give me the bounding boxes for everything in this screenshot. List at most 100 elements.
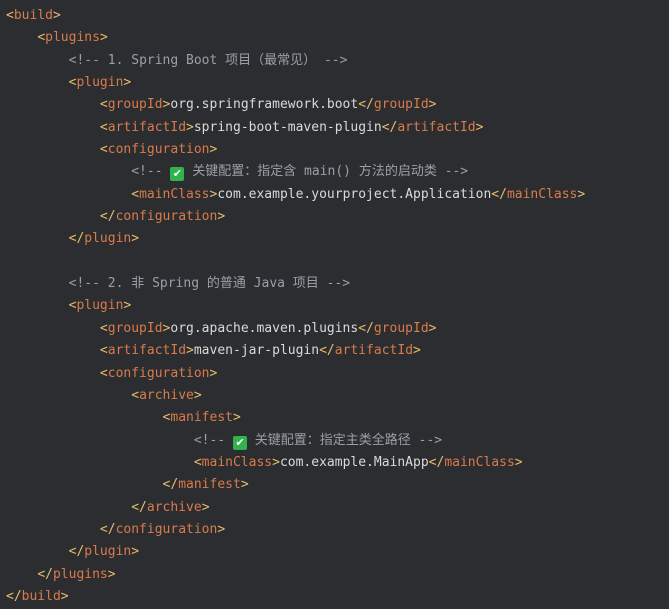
- tag-bracket: >: [201, 499, 210, 515]
- tag-name: artifactId: [334, 343, 414, 359]
- tag-bracket: >: [217, 209, 226, 225]
- tag-bracket: >: [514, 454, 523, 470]
- code-line: </plugin>: [6, 541, 585, 563]
- tag-bracket: </: [37, 566, 53, 582]
- code-line: </plugins>: [6, 564, 585, 586]
- tag-bracket: >: [186, 343, 194, 359]
- tag-bracket: <: [99, 119, 108, 135]
- code-comment: <!--: [131, 164, 171, 180]
- tag-name: configuration: [115, 521, 218, 537]
- tag-name: archive: [146, 499, 202, 515]
- tag-bracket: >: [475, 119, 484, 135]
- tag-bracket: <: [6, 8, 14, 23]
- tag-bracket: <: [131, 186, 140, 202]
- code-line: <archive>: [6, 385, 585, 407]
- code-text: com.example.MainApp: [279, 454, 429, 470]
- tag-bracket: >: [233, 410, 241, 426]
- tag-name: plugin: [84, 231, 132, 247]
- code-line: <artifactId>spring-boot-maven-plugin</ar…: [6, 117, 585, 139]
- tag-bracket: </: [491, 186, 507, 202]
- tag-bracket: </: [68, 544, 85, 560]
- tag-bracket: >: [272, 454, 280, 470]
- code-line: </plugin>: [6, 228, 585, 250]
- code-line: <groupId>org.apache.maven.plugins</group…: [6, 318, 585, 340]
- code-line: <configuration>: [6, 139, 585, 161]
- code-editor[interactable]: <build> <plugins> <!-- 1. Spring Boot 项目…: [0, 0, 669, 609]
- tag-name: plugins: [52, 566, 108, 582]
- code-text: com.example.yourproject.Application: [217, 186, 492, 202]
- code-line: <artifactId>maven-jar-plugin</artifactId…: [6, 340, 585, 362]
- tag-name: archive: [139, 387, 194, 403]
- code-line: </archive>: [6, 497, 585, 519]
- tag-bracket: </: [358, 97, 374, 113]
- tag-bracket: >: [209, 142, 218, 158]
- code-line: <mainClass > com.example.yourproject.Appli…: [6, 184, 585, 206]
- tag-bracket: </: [358, 320, 374, 336]
- code-line: <groupId>org.springframework.boot</group…: [6, 94, 585, 116]
- code-line: <build>: [6, 5, 585, 27]
- tag-name: build: [21, 588, 61, 604]
- tag-name: manifest: [170, 410, 233, 426]
- tag-bracket: </: [428, 454, 445, 470]
- check-mark-icon: ✔: [232, 435, 247, 450]
- tag-bracket: >: [186, 119, 194, 135]
- code-comment: 关键配置：指定主类全路径 -->: [246, 432, 443, 448]
- tag-bracket: </: [99, 209, 116, 225]
- tag-bracket: <: [99, 365, 108, 381]
- tag-bracket: </: [6, 588, 22, 604]
- tag-name: mainClass: [444, 454, 515, 470]
- code-line: <!-- 1. Spring Boot 项目（最常见） -->: [6, 50, 585, 72]
- code-block[interactable]: <build> <plugins> <!-- 1. Spring Boot 项目…: [6, 5, 585, 608]
- code-line: <plugins>: [6, 27, 585, 49]
- tag-name: configuration: [107, 142, 210, 158]
- code-text: org.apache.maven.plugins: [170, 320, 359, 336]
- code-line: </configuration>: [6, 206, 585, 228]
- code-line: <!-- 2. 非 Spring 的普通 Java 项目 -->: [6, 273, 585, 295]
- tag-name: plugins: [45, 30, 100, 46]
- tag-bracket: >: [240, 477, 249, 493]
- tag-name: artifactId: [397, 119, 476, 135]
- tag-name: groupId: [107, 320, 163, 336]
- check-mark-icon: ✔: [170, 167, 185, 182]
- tag-name: plugin: [76, 75, 124, 91]
- tag-bracket: <: [131, 387, 140, 403]
- tag-bracket: >: [60, 588, 69, 604]
- code-line: <mainClass>com.example.MainApp</mainClas…: [6, 452, 585, 474]
- tag-name: artifactId: [107, 119, 187, 135]
- tag-bracket: >: [209, 365, 218, 381]
- tag-bracket: >: [577, 186, 586, 202]
- code-line: <plugin>: [6, 295, 585, 317]
- tag-name: mainClass: [201, 454, 273, 470]
- code-line: <configuration>: [6, 363, 585, 385]
- tag-name: manifest: [178, 477, 241, 493]
- tag-name: artifactId: [107, 343, 187, 359]
- tag-bracket: </: [99, 521, 116, 537]
- tag-name: mainClass: [139, 186, 210, 202]
- tag-bracket: </: [319, 343, 335, 359]
- code-comment: <!-- 1. Spring Boot 项目（最常见） -->: [68, 52, 348, 68]
- tag-bracket: >: [107, 566, 116, 582]
- tag-bracket: >: [123, 298, 132, 314]
- tag-bracket: >: [428, 320, 437, 336]
- code-text: org.springframework.boot: [170, 97, 359, 113]
- tag-bracket: <: [99, 97, 108, 113]
- tag-bracket: </: [68, 231, 85, 247]
- tag-bracket: >: [131, 231, 140, 247]
- tag-bracket: >: [123, 75, 132, 91]
- tag-bracket: </: [381, 119, 398, 135]
- tag-bracket: </: [131, 499, 147, 515]
